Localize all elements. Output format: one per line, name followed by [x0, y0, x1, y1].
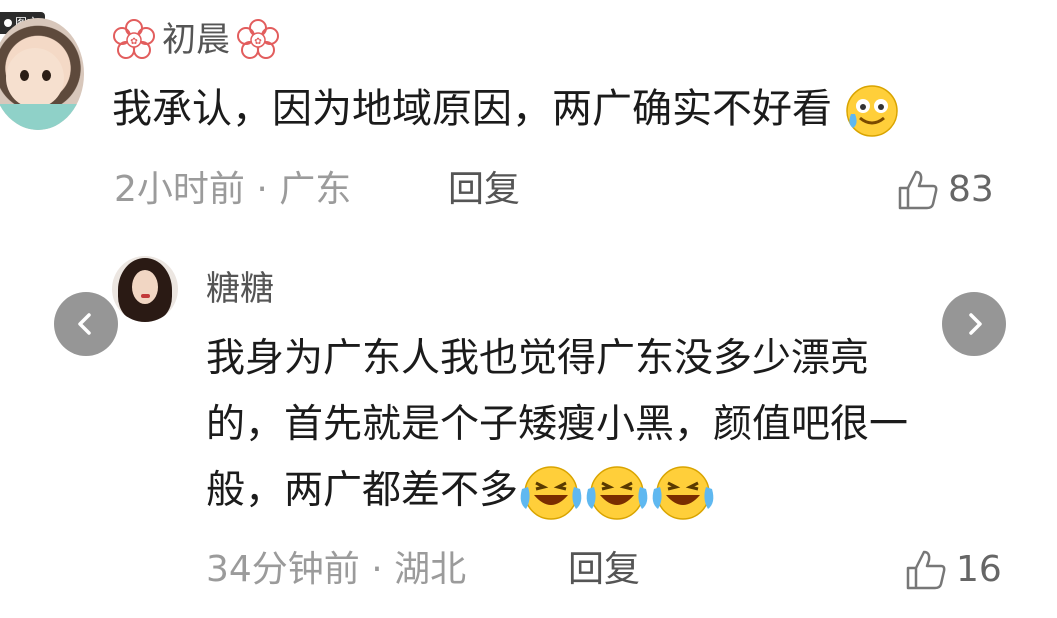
laughing-crying-emoji-icon	[652, 465, 714, 520]
sweat-smile-emoji-icon	[845, 85, 898, 137]
flower-badge-icon: ✿	[237, 19, 279, 59]
comment-text-row: 我承认，因为地域原因，两广确实不好看	[112, 76, 899, 142]
avatar-face	[132, 270, 158, 304]
svg-text:✿: ✿	[254, 37, 262, 47]
comment-username-row: ✿ 初晨 ✿	[112, 18, 280, 62]
next-button[interactable]	[942, 292, 1006, 356]
comment-reply-button[interactable]: 回复	[448, 172, 520, 208]
flower-badge-icon: ✿	[113, 19, 155, 59]
avatar[interactable]	[112, 256, 178, 322]
reply-username-row: 糖糖	[206, 272, 274, 306]
comment-username[interactable]: 初晨	[162, 23, 230, 57]
reply-text-line: 的，首先就是个子矮瘦小黑，颜值吧很一	[206, 402, 909, 447]
laughing-crying-emoji-icon	[586, 465, 648, 520]
reply-text-line-row: 般，两广都差不多	[206, 458, 1057, 524]
reply-username[interactable]: 糖糖	[206, 272, 274, 306]
reply-time-location: 34分钟前 · 湖北	[206, 549, 467, 590]
reply-text-block: 我身为广东人我也觉得广东没多少漂亮 的，首先就是个子矮瘦小黑，颜值吧很一 般，两…	[206, 326, 1057, 524]
comment-like-button[interactable]: 83	[896, 168, 994, 212]
badge-dot-icon	[4, 19, 12, 27]
reply-reply-button[interactable]: 回复	[568, 552, 640, 588]
comment-text: 我承认，因为地域原因，两广确实不好看	[112, 86, 832, 132]
avatar-shirt	[0, 104, 84, 130]
avatar-eye	[20, 70, 29, 81]
comment-time-location: 2小时前 · 广东	[114, 169, 352, 210]
avatar[interactable]	[0, 18, 84, 130]
reply-like-count: 16	[956, 549, 1002, 590]
avatar-lips	[141, 294, 150, 298]
chevron-right-icon	[969, 313, 982, 335]
thumbs-up-icon	[898, 170, 938, 210]
svg-text:✿: ✿	[130, 37, 138, 47]
reply-text-line: 我身为广东人我也觉得广东没多少漂亮	[206, 336, 870, 381]
avatar-face	[6, 48, 64, 108]
reply-text-line: 般，两广都差不多	[206, 468, 519, 513]
prev-button[interactable]	[54, 292, 118, 356]
reply-like-button[interactable]: 16	[904, 548, 1002, 592]
avatar-eye	[42, 70, 51, 81]
comment-like-count: 83	[948, 169, 994, 210]
thumbs-up-icon	[906, 550, 946, 590]
chevron-left-icon	[78, 313, 91, 335]
laughing-crying-emoji-icon	[520, 465, 582, 520]
